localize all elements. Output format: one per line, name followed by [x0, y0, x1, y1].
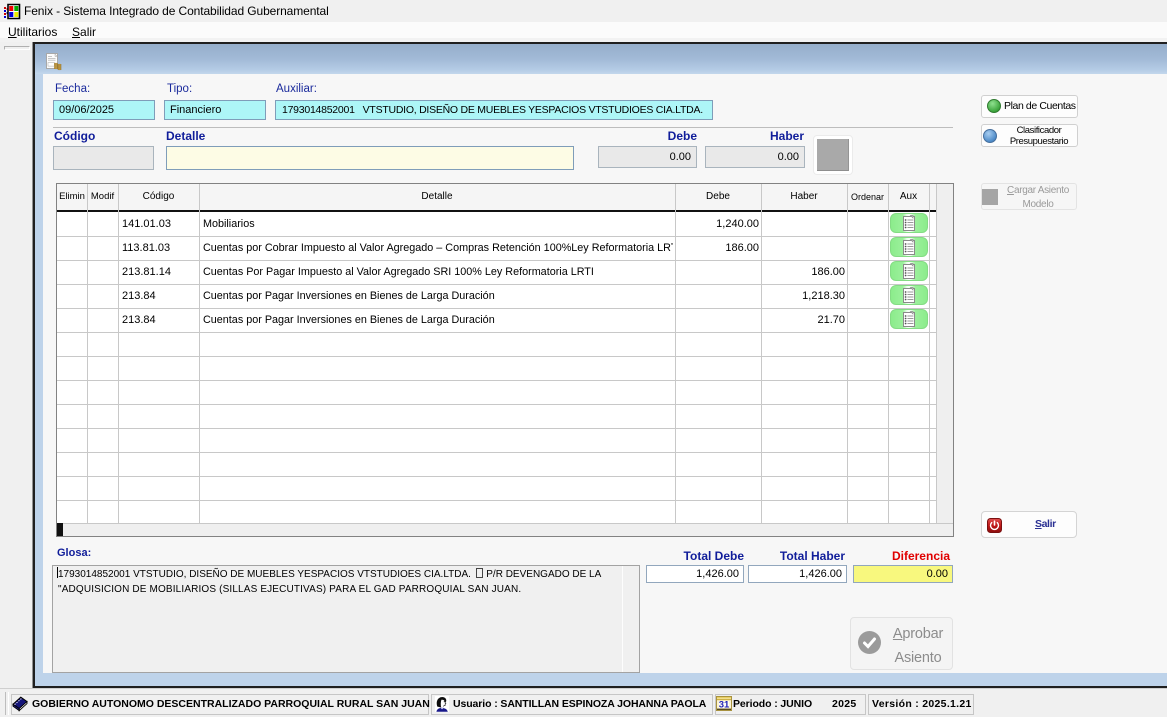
svg-text:31: 31 [719, 699, 730, 710]
